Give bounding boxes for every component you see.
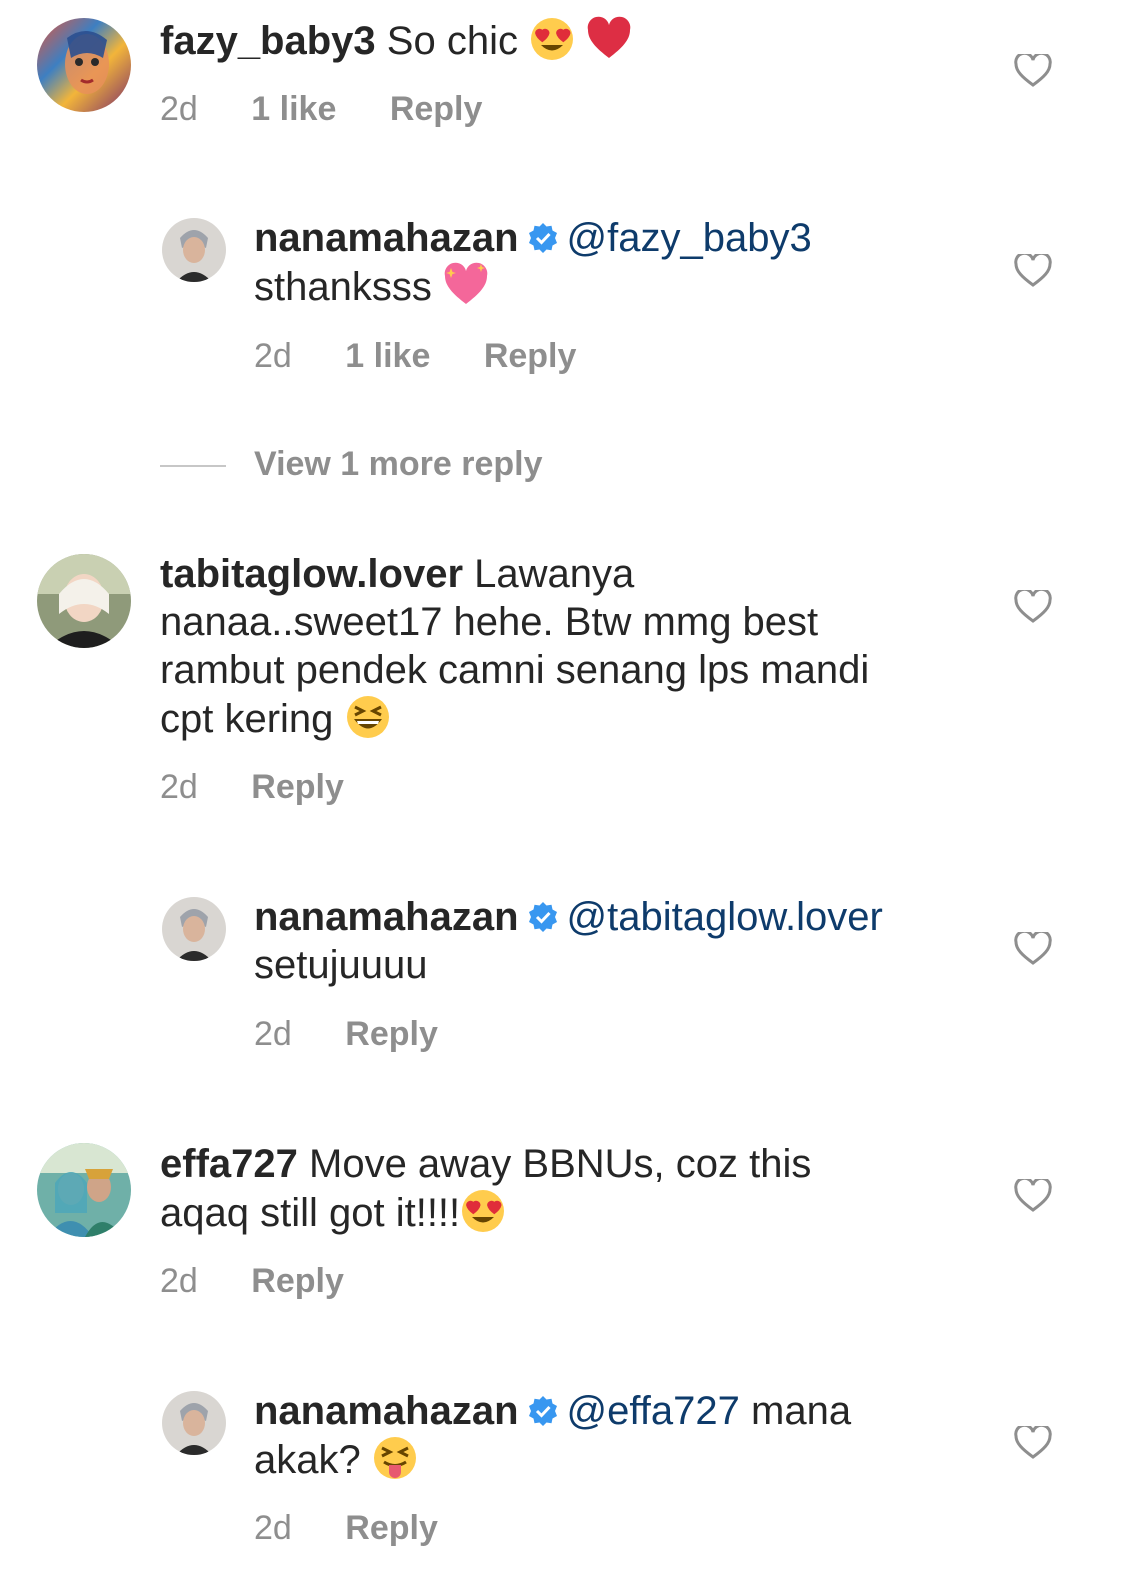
comment-text: fazy_baby3 So chic (160, 16, 632, 65)
avatar[interactable] (37, 554, 131, 648)
sparkling-heart-emoji (444, 262, 488, 304)
mention-link[interactable]: @effa727 (567, 1389, 740, 1433)
comment-body-line: aqaq still got it!!!! (160, 1191, 461, 1235)
heart-eyes-emoji (462, 1190, 505, 1232)
comment-meta: 2d Reply (254, 1508, 482, 1548)
red-heart-emoji (587, 16, 631, 59)
like-heart-icon[interactable] (1014, 54, 1052, 88)
reply-button[interactable]: Reply (345, 1509, 438, 1547)
comment-time: 2d (254, 337, 292, 375)
comment-body-line: akak? (254, 1438, 361, 1482)
divider-line (160, 465, 226, 468)
avatar[interactable] (37, 1143, 131, 1237)
comment-text: nanamahazan @tabitaglow.lover setujuuuu (254, 893, 883, 989)
comment-username[interactable]: tabitaglow.lover (160, 552, 463, 596)
mention-link[interactable]: @fazy_baby3 (567, 216, 812, 260)
reply-button[interactable]: Reply (251, 1262, 344, 1300)
verified-badge-icon (528, 1396, 557, 1426)
comment-meta: 2d Reply (254, 1014, 482, 1054)
comment-username[interactable]: effa727 (160, 1142, 298, 1186)
comment-time: 2d (254, 1015, 292, 1053)
avatar[interactable] (162, 218, 226, 282)
verified-badge-icon (528, 223, 557, 253)
reply-button[interactable]: Reply (390, 90, 483, 128)
comment-text: effa727 Move away BBNUs, coz this aqaq s… (160, 1140, 811, 1237)
comment-meta: 2d Reply (160, 1261, 388, 1301)
comment-time: 2d (160, 1262, 198, 1300)
comment-body-line: mana (751, 1389, 852, 1433)
avatar[interactable] (162, 1391, 226, 1455)
comment-body-line: Move away BBNUs, coz this (309, 1142, 812, 1186)
comment-username[interactable]: nanamahazan (254, 895, 519, 939)
comment-username[interactable]: nanamahazan (254, 1389, 519, 1433)
reply-button[interactable]: Reply (345, 1015, 438, 1053)
comment-time: 2d (254, 1509, 292, 1547)
like-heart-icon[interactable] (1014, 1426, 1052, 1460)
comment-body: sthanksss (254, 265, 432, 309)
comment-time: 2d (160, 90, 198, 128)
avatar[interactable] (162, 897, 226, 961)
comment-username[interactable]: nanamahazan (254, 216, 519, 260)
mention-link[interactable]: @tabitaglow.lover (567, 895, 883, 939)
comment-time: 2d (160, 768, 198, 806)
comment-body-line: cpt kering (160, 697, 334, 741)
comment-meta: 2d Reply (160, 767, 388, 807)
comment-body-line: Lawanya (474, 552, 635, 596)
view-more-replies[interactable]: View 1 more reply (160, 444, 543, 484)
avatar[interactable] (37, 18, 131, 112)
comment-meta: 2d 1 like Reply (160, 89, 526, 129)
comment-body-line: nanaa..sweet17 hehe. Btw mmg best (160, 600, 819, 644)
comment-text: tabitaglow.lover Lawanya nanaa..sweet17 … (160, 550, 960, 743)
comment-text: nanamahazan @fazy_baby3 sthanksss (254, 214, 812, 311)
view-more-label[interactable]: View 1 more reply (254, 445, 543, 483)
reply-button[interactable]: Reply (484, 337, 577, 375)
like-heart-icon[interactable] (1014, 590, 1052, 624)
comment-meta: 2d 1 like Reply (254, 336, 620, 376)
comment-likes[interactable]: 1 like (251, 90, 336, 128)
like-heart-icon[interactable] (1014, 254, 1052, 288)
verified-badge-icon (528, 902, 557, 932)
comment-likes[interactable]: 1 like (345, 337, 430, 375)
squinting-tongue-emoji (373, 1437, 416, 1479)
heart-eyes-emoji (531, 18, 574, 60)
comment-body: So chic (386, 19, 518, 63)
comment-username[interactable]: fazy_baby3 (160, 19, 376, 63)
comment-body-line: rambut pendek camni senang lps mandi (160, 648, 870, 692)
like-heart-icon[interactable] (1014, 932, 1052, 966)
like-heart-icon[interactable] (1014, 1179, 1052, 1213)
reply-button[interactable]: Reply (251, 768, 344, 806)
comment-text: nanamahazan @effa727 mana akak? (254, 1387, 851, 1484)
comment-body: setujuuuu (254, 943, 428, 987)
grinning-squinting-emoji (346, 696, 389, 738)
